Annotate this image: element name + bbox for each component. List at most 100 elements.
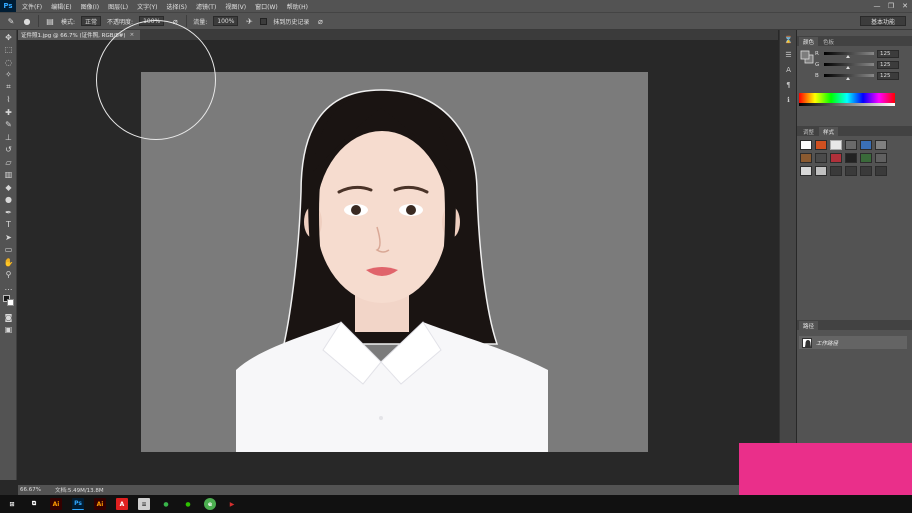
illustrator-icon[interactable]: Ai	[50, 498, 62, 510]
menu-layer[interactable]: 图层(L)	[108, 2, 128, 11]
style-swatch[interactable]	[875, 140, 887, 150]
chat-icon[interactable]: ●	[160, 498, 172, 510]
style-swatch[interactable]	[830, 153, 842, 163]
tab-color[interactable]: 颜色	[799, 37, 819, 46]
grayscale-ramp[interactable]	[799, 103, 895, 106]
color-swatches[interactable]	[0, 294, 17, 310]
brush-tool-icon[interactable]: ✎	[3, 119, 14, 130]
history-brush-icon[interactable]: ✎	[6, 16, 16, 26]
menu-file[interactable]: 文件(F)	[22, 2, 42, 11]
path-select-tool-icon[interactable]: ➤	[3, 232, 14, 243]
document-canvas[interactable]	[141, 72, 648, 452]
tab-styles[interactable]: 样式	[819, 127, 839, 136]
more-tools-icon[interactable]: …	[3, 282, 14, 293]
blur-tool-icon[interactable]: ◆	[3, 182, 14, 193]
info-panel-icon[interactable]: ℹ	[783, 94, 794, 105]
pressure-size-icon[interactable]: ⌀	[315, 16, 325, 26]
brush-panel-icon[interactable]: ▤	[45, 16, 55, 26]
menu-select[interactable]: 选择(S)	[166, 2, 187, 11]
channel-row-g: G 125	[815, 59, 899, 70]
close-button[interactable]: ✕	[898, 0, 912, 12]
pen-tool-icon[interactable]: ✒	[3, 207, 14, 218]
style-swatch[interactable]	[815, 166, 827, 176]
menu-type[interactable]: 文字(Y)	[137, 2, 157, 11]
path-item[interactable]: 工作路径	[799, 336, 907, 349]
quick-select-tool-icon[interactable]: ✧	[3, 69, 14, 80]
menu-help[interactable]: 帮助(H)	[287, 2, 308, 11]
wechat-icon[interactable]: ●	[182, 498, 194, 510]
minimize-button[interactable]: —	[870, 0, 884, 12]
hand-tool-icon[interactable]: ✋	[3, 257, 14, 268]
menu-edit[interactable]: 编辑(E)	[51, 2, 71, 11]
history-brush-tool-icon[interactable]: ↺	[3, 144, 14, 155]
files-icon[interactable]: ≡	[138, 498, 150, 510]
tab-swatches[interactable]: 色板	[819, 37, 838, 46]
channel-slider[interactable]	[824, 63, 874, 69]
type-tool-icon[interactable]: T	[3, 219, 14, 230]
style-swatch[interactable]	[815, 153, 827, 163]
style-swatch[interactable]	[860, 166, 872, 176]
channel-slider[interactable]	[824, 74, 874, 80]
screen-mode-icon[interactable]: ▣	[3, 324, 14, 335]
stamp-tool-icon[interactable]: ⊥	[3, 132, 14, 143]
menu-view[interactable]: 视图(V)	[225, 2, 246, 11]
style-swatch[interactable]	[860, 153, 872, 163]
video-icon[interactable]: ▶	[226, 498, 238, 510]
channel-slider[interactable]	[824, 52, 874, 58]
channel-value[interactable]: 125	[877, 71, 899, 80]
style-swatch[interactable]	[800, 140, 812, 150]
tab-paths[interactable]: 路径	[799, 321, 819, 330]
menu-window[interactable]: 窗口(W)	[255, 2, 278, 11]
paragraph-panel-icon[interactable]: ¶	[783, 79, 794, 90]
workspace-select[interactable]: 基本功能	[860, 16, 906, 26]
style-swatch[interactable]	[875, 153, 887, 163]
photoshop-icon[interactable]: Ps	[72, 498, 84, 510]
properties-panel-icon[interactable]: ☰	[783, 49, 794, 60]
channel-value[interactable]: 125	[877, 49, 899, 58]
style-swatch[interactable]	[830, 166, 842, 176]
illustrator-icon-2[interactable]: Ai	[94, 498, 106, 510]
shape-tool-icon[interactable]: ▭	[3, 244, 14, 255]
style-swatch[interactable]	[800, 153, 812, 163]
style-swatch[interactable]	[815, 140, 827, 150]
healing-tool-icon[interactable]: ✚	[3, 107, 14, 118]
quick-mask-icon[interactable]: ◙	[3, 312, 14, 323]
browser-icon[interactable]: e	[204, 498, 216, 510]
task-view-icon[interactable]: ⧉	[28, 498, 40, 510]
style-swatch[interactable]	[845, 140, 857, 150]
restore-button[interactable]: ❐	[884, 0, 898, 12]
zoom-tool-icon[interactable]: ⚲	[3, 269, 14, 280]
airbrush-icon[interactable]: ✈	[244, 16, 254, 26]
character-panel-icon[interactable]: A	[783, 64, 794, 75]
style-swatch[interactable]	[845, 166, 857, 176]
style-swatch[interactable]	[875, 166, 887, 176]
crop-tool-icon[interactable]: ⌗	[3, 82, 14, 93]
color-spectrum[interactable]	[799, 93, 895, 103]
gradient-tool-icon[interactable]: ▥	[3, 169, 14, 180]
lasso-tool-icon[interactable]: ◌	[3, 57, 14, 68]
style-swatch[interactable]	[860, 140, 872, 150]
mode-select[interactable]: 正常	[81, 16, 102, 26]
zoom-level[interactable]: 66.67%	[20, 487, 41, 493]
style-swatch[interactable]	[830, 140, 842, 150]
brush-preset-icon[interactable]: ●	[22, 16, 32, 26]
fg-bg-swatch-icon[interactable]	[800, 50, 814, 64]
style-swatch[interactable]	[845, 153, 857, 163]
marquee-tool-icon[interactable]: ⬚	[3, 44, 14, 55]
history-panel-icon[interactable]: ⌛	[783, 34, 794, 45]
dodge-tool-icon[interactable]: ●	[3, 194, 14, 205]
tab-adjustments[interactable]: 调整	[799, 127, 818, 136]
history-checkbox[interactable]	[260, 17, 268, 25]
eyedropper-tool-icon[interactable]: ⌇	[3, 94, 14, 105]
move-tool-icon[interactable]: ✥	[3, 32, 14, 43]
color-swatch-pair[interactable]	[800, 50, 814, 66]
flow-field[interactable]: 100%	[213, 16, 239, 26]
windows-start-icon[interactable]: ⊞	[6, 498, 18, 510]
menu-filter[interactable]: 滤镜(T)	[196, 2, 216, 11]
background-color[interactable]	[7, 299, 14, 306]
acrobat-icon[interactable]: A	[116, 498, 128, 510]
channel-value[interactable]: 125	[877, 60, 899, 69]
menu-image[interactable]: 图像(I)	[81, 2, 99, 11]
eraser-tool-icon[interactable]: ▱	[3, 157, 14, 168]
style-swatch[interactable]	[800, 166, 812, 176]
